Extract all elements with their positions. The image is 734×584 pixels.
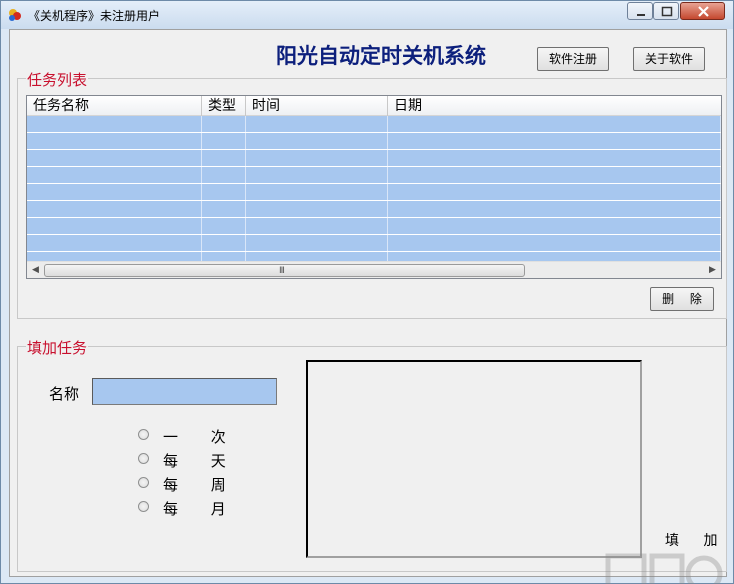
table-cell <box>388 218 721 234</box>
table-row[interactable] <box>27 184 721 201</box>
table-cell <box>246 150 388 166</box>
scroll-left-icon[interactable]: ◀ <box>27 262 44 279</box>
table-cell <box>202 184 246 200</box>
table-cell <box>202 235 246 251</box>
watermark-logo <box>605 553 723 584</box>
table-cell <box>388 235 721 251</box>
delete-button[interactable]: 删 除 <box>650 287 714 311</box>
column-header-name[interactable]: 任务名称 <box>27 96 202 116</box>
table-cell <box>246 201 388 217</box>
app-title: 阳光自动定时关机系统 <box>276 44 486 68</box>
grip-icon: III <box>279 266 285 276</box>
task-list[interactable]: 任务名称 类型 时间 日期 ◀ III ▶ <box>26 95 722 279</box>
table-cell <box>388 133 721 149</box>
app-icon <box>9 9 21 21</box>
table-cell <box>388 252 721 261</box>
add-task-label: 填加任务 <box>26 337 89 358</box>
table-cell <box>388 116 721 132</box>
radio-button-icon[interactable] <box>138 429 149 440</box>
minimize-button[interactable] <box>627 2 653 20</box>
table-cell <box>27 184 202 200</box>
table-cell <box>246 184 388 200</box>
radio-button-icon[interactable] <box>138 453 149 464</box>
close-button[interactable] <box>680 2 725 20</box>
table-cell <box>202 218 246 234</box>
table-cell <box>388 167 721 183</box>
table-cell <box>27 133 202 149</box>
window-title: 《关机程序》未注册用户 <box>28 9 161 23</box>
radio-label-once: 一 次 <box>163 428 240 446</box>
table-cell <box>27 201 202 217</box>
column-header-type[interactable]: 类型 <box>202 96 246 116</box>
table-cell <box>27 150 202 166</box>
name-label: 名称 <box>49 385 80 403</box>
maximize-icon <box>661 6 673 17</box>
close-icon <box>698 6 709 17</box>
table-cell <box>246 252 388 261</box>
radio-button-icon[interactable] <box>138 501 149 512</box>
table-row[interactable] <box>27 167 721 184</box>
table-cell <box>246 116 388 132</box>
table-row[interactable] <box>27 150 721 167</box>
task-name-input[interactable] <box>92 378 277 405</box>
title-bar[interactable]: 《关机程序》未注册用户 <box>1 1 733 29</box>
about-button[interactable]: 关于软件 <box>633 47 705 71</box>
radio-label-daily: 每 天 <box>163 452 240 470</box>
minimize-icon <box>637 14 645 16</box>
table-cell <box>27 252 202 261</box>
table-cell <box>246 235 388 251</box>
table-cell <box>202 150 246 166</box>
table-cell <box>27 235 202 251</box>
maximize-button[interactable] <box>653 2 679 20</box>
table-cell <box>388 184 721 200</box>
table-cell <box>202 116 246 132</box>
table-cell <box>388 201 721 217</box>
radio-label-weekly: 每 周 <box>163 476 240 494</box>
table-cell <box>27 218 202 234</box>
radio-button-icon[interactable] <box>138 477 149 488</box>
table-cell <box>246 133 388 149</box>
add-button[interactable]: 填 加 <box>665 530 727 550</box>
app-window: 《关机程序》未注册用户 阳光自动定时关机系统 软件注册 关于软件 任务列表 任务… <box>0 0 734 584</box>
table-cell <box>202 133 246 149</box>
column-header-time[interactable]: 时间 <box>246 96 388 116</box>
scroll-thumb[interactable]: III <box>44 264 525 277</box>
schedule-panel[interactable] <box>306 360 642 558</box>
column-header-date[interactable]: 日期 <box>388 96 721 116</box>
client-area: 阳光自动定时关机系统 软件注册 关于软件 任务列表 任务名称 类型 时间 日期 … <box>9 29 727 584</box>
table-row[interactable] <box>27 252 721 261</box>
scroll-right-icon[interactable]: ▶ <box>704 262 721 279</box>
register-button[interactable]: 软件注册 <box>537 47 609 71</box>
table-cell <box>27 116 202 132</box>
table-cell <box>202 167 246 183</box>
table-row[interactable] <box>27 201 721 218</box>
table-cell <box>246 167 388 183</box>
table-cell <box>246 218 388 234</box>
table-cell <box>202 201 246 217</box>
task-list-rows <box>27 116 721 261</box>
table-row[interactable] <box>27 218 721 235</box>
table-row[interactable] <box>27 235 721 252</box>
table-cell <box>388 150 721 166</box>
task-list-label: 任务列表 <box>26 69 89 90</box>
radio-label-monthly: 每 月 <box>163 500 240 518</box>
horizontal-scrollbar[interactable]: ◀ III ▶ <box>27 261 721 278</box>
table-row[interactable] <box>27 116 721 133</box>
table-cell <box>27 167 202 183</box>
table-row[interactable] <box>27 133 721 150</box>
task-list-header: 任务名称 类型 时间 日期 <box>27 96 721 116</box>
table-cell <box>202 252 246 261</box>
